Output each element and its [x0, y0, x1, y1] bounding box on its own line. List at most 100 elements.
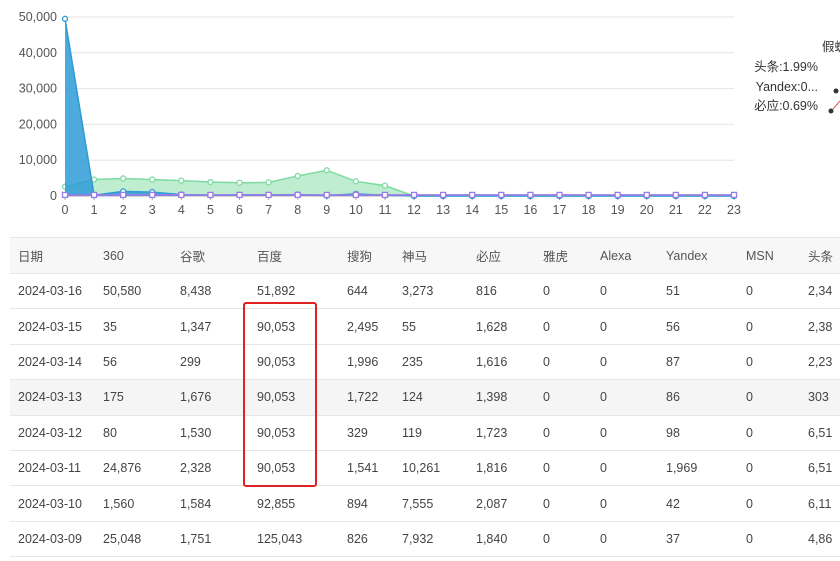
table-cell: 56	[95, 344, 172, 381]
table-cell: 125,043	[249, 521, 339, 558]
table-cell: 175	[95, 379, 172, 416]
data-table-container[interactable]: 日期 360 谷歌 百度 搜狗 神马 必应 雅虎 Alexa Yandex MSN 头条 2024-0…	[10, 237, 840, 561]
table-cell: 1,628	[468, 308, 535, 345]
table-cell: 2,495	[339, 308, 394, 345]
table-cell: 0	[592, 485, 658, 522]
table-cell: 2,23	[800, 344, 840, 381]
series-point	[701, 191, 709, 199]
x-tick-label: 4	[178, 203, 185, 217]
table-row[interactable]: 2024-03-15 35 1,347 90,053 2,495 55 1,628 0 0 56 0…	[10, 308, 840, 345]
table-cell: 98	[658, 415, 738, 451]
series-point	[294, 191, 301, 199]
x-tick-label: 19	[611, 203, 625, 217]
series-point	[149, 191, 156, 199]
table-cell: 299	[172, 344, 249, 381]
table-cell: 1,398	[468, 379, 535, 416]
x-tick-label: 7	[265, 203, 272, 217]
table-cell: 25,048	[95, 521, 172, 558]
column-header[interactable]: 百度	[249, 237, 339, 274]
series-point	[556, 191, 563, 199]
column-header[interactable]: 雅虎	[535, 237, 592, 274]
table-row[interactable]: 2024-03-10 1,560 1,584 92,855 894 7,555 2,087 0…	[10, 485, 840, 522]
table-cell: 55	[394, 308, 468, 345]
series-point	[672, 191, 679, 199]
column-header[interactable]: MSN	[738, 237, 800, 274]
series-point	[120, 175, 127, 182]
table-cell: 2024-03-15	[10, 308, 95, 345]
table-row[interactable]: 2024-03-16 50,580 8,438 51,892 644 3,273 816 0 0…	[10, 273, 840, 310]
table-cell: 51,892	[249, 273, 339, 310]
table-cell: 37	[658, 521, 738, 558]
table-cell: 87	[658, 344, 738, 381]
table-cell: 90,053	[249, 415, 339, 451]
column-header[interactable]: 谷歌	[172, 237, 249, 274]
series-point	[178, 191, 185, 199]
column-header[interactable]: 日期	[10, 237, 95, 274]
table-row[interactable]: 2024-03-12 80 1,530 90,053 329 119 1,723 0 0 98 0 6…	[10, 415, 840, 451]
table-row[interactable]: 2024-03-13 175 1,676 90,053 1,722 124 1,398 0 0 8…	[10, 379, 840, 416]
table-cell: 90,053	[249, 308, 339, 345]
table-cell: 0	[592, 344, 658, 381]
series-point	[730, 191, 738, 199]
column-header[interactable]: 360	[95, 237, 172, 274]
table-cell: 1,530	[172, 415, 249, 451]
x-tick-label: 15	[494, 203, 508, 217]
table-cell: 0	[592, 273, 658, 310]
column-header[interactable]: Alexa	[592, 237, 658, 274]
x-tick-label: 2	[120, 203, 127, 217]
column-header[interactable]: 神马	[394, 237, 468, 274]
column-header[interactable]: 搜狗	[339, 237, 394, 274]
table-header-row: 日期 360 谷歌 百度 搜狗 神马 必应 雅虎 Alexa Yandex MSN 头条	[10, 237, 840, 274]
legend-title: 假蜘	[822, 40, 840, 54]
column-header[interactable]: 头条	[800, 237, 840, 274]
series-area	[65, 18, 734, 196]
table-cell: 90,053	[249, 344, 339, 381]
y-tick-label: 50,000	[19, 10, 57, 24]
series-area	[65, 170, 734, 196]
x-tick-label: 14	[465, 203, 479, 217]
y-tick-label: 30,000	[19, 82, 57, 96]
series-point	[265, 191, 272, 199]
table-cell: 1,560	[95, 485, 172, 522]
table-cell: 2,087	[468, 485, 535, 522]
table-row[interactable]: 2024-03-14 56 299 90,053 1,996 235 1,616 0 0 87 0 2…	[10, 344, 840, 381]
table-cell: 119	[394, 415, 468, 451]
table-cell: 1,996	[339, 344, 394, 381]
column-header[interactable]: Yandex	[658, 237, 738, 274]
column-header[interactable]: 必应	[468, 237, 535, 274]
table-cell: 1,616	[468, 344, 535, 381]
table-cell: 0	[535, 485, 592, 522]
table-cell: 816	[468, 273, 535, 310]
series-point	[352, 191, 360, 199]
table-cell: 303	[800, 379, 840, 416]
table-cell: 0	[592, 450, 658, 487]
table-cell: 1,584	[172, 485, 249, 522]
table-cell: 0	[738, 308, 800, 345]
table-cell: 1,722	[339, 379, 394, 416]
y-tick-label: 20,000	[19, 117, 57, 131]
series-point	[149, 176, 156, 183]
series-point	[323, 191, 330, 199]
table-cell: 329	[339, 415, 394, 451]
table-cell: 51	[658, 273, 738, 310]
legend-leader-dot	[833, 88, 839, 94]
x-tick-label: 16	[523, 203, 537, 217]
x-tick-label: 1	[91, 203, 98, 217]
table-cell: 0	[535, 415, 592, 451]
table-row[interactable]: 2024-03-09 25,048 1,751 125,043 826 7,932 1,84…	[10, 521, 840, 558]
series-point	[381, 182, 389, 189]
table-cell: 80	[95, 415, 172, 451]
series-point	[439, 191, 447, 199]
table-cell: 0	[738, 485, 800, 522]
x-tick-label: 13	[436, 203, 450, 217]
series-point	[178, 177, 185, 184]
table-cell: 2024-03-11	[10, 450, 95, 487]
series-point	[294, 172, 301, 180]
table-cell: 1,676	[172, 379, 249, 416]
table-row[interactable]: 2024-03-11 24,876 2,328 90,053 1,541 10,261 1,…	[10, 450, 840, 487]
x-tick-label: 5	[207, 203, 214, 217]
table-cell: 2024-03-13	[10, 379, 95, 416]
table-cell: 1,347	[172, 308, 249, 345]
table-cell: 235	[394, 344, 468, 381]
table-cell: 1,541	[339, 450, 394, 487]
